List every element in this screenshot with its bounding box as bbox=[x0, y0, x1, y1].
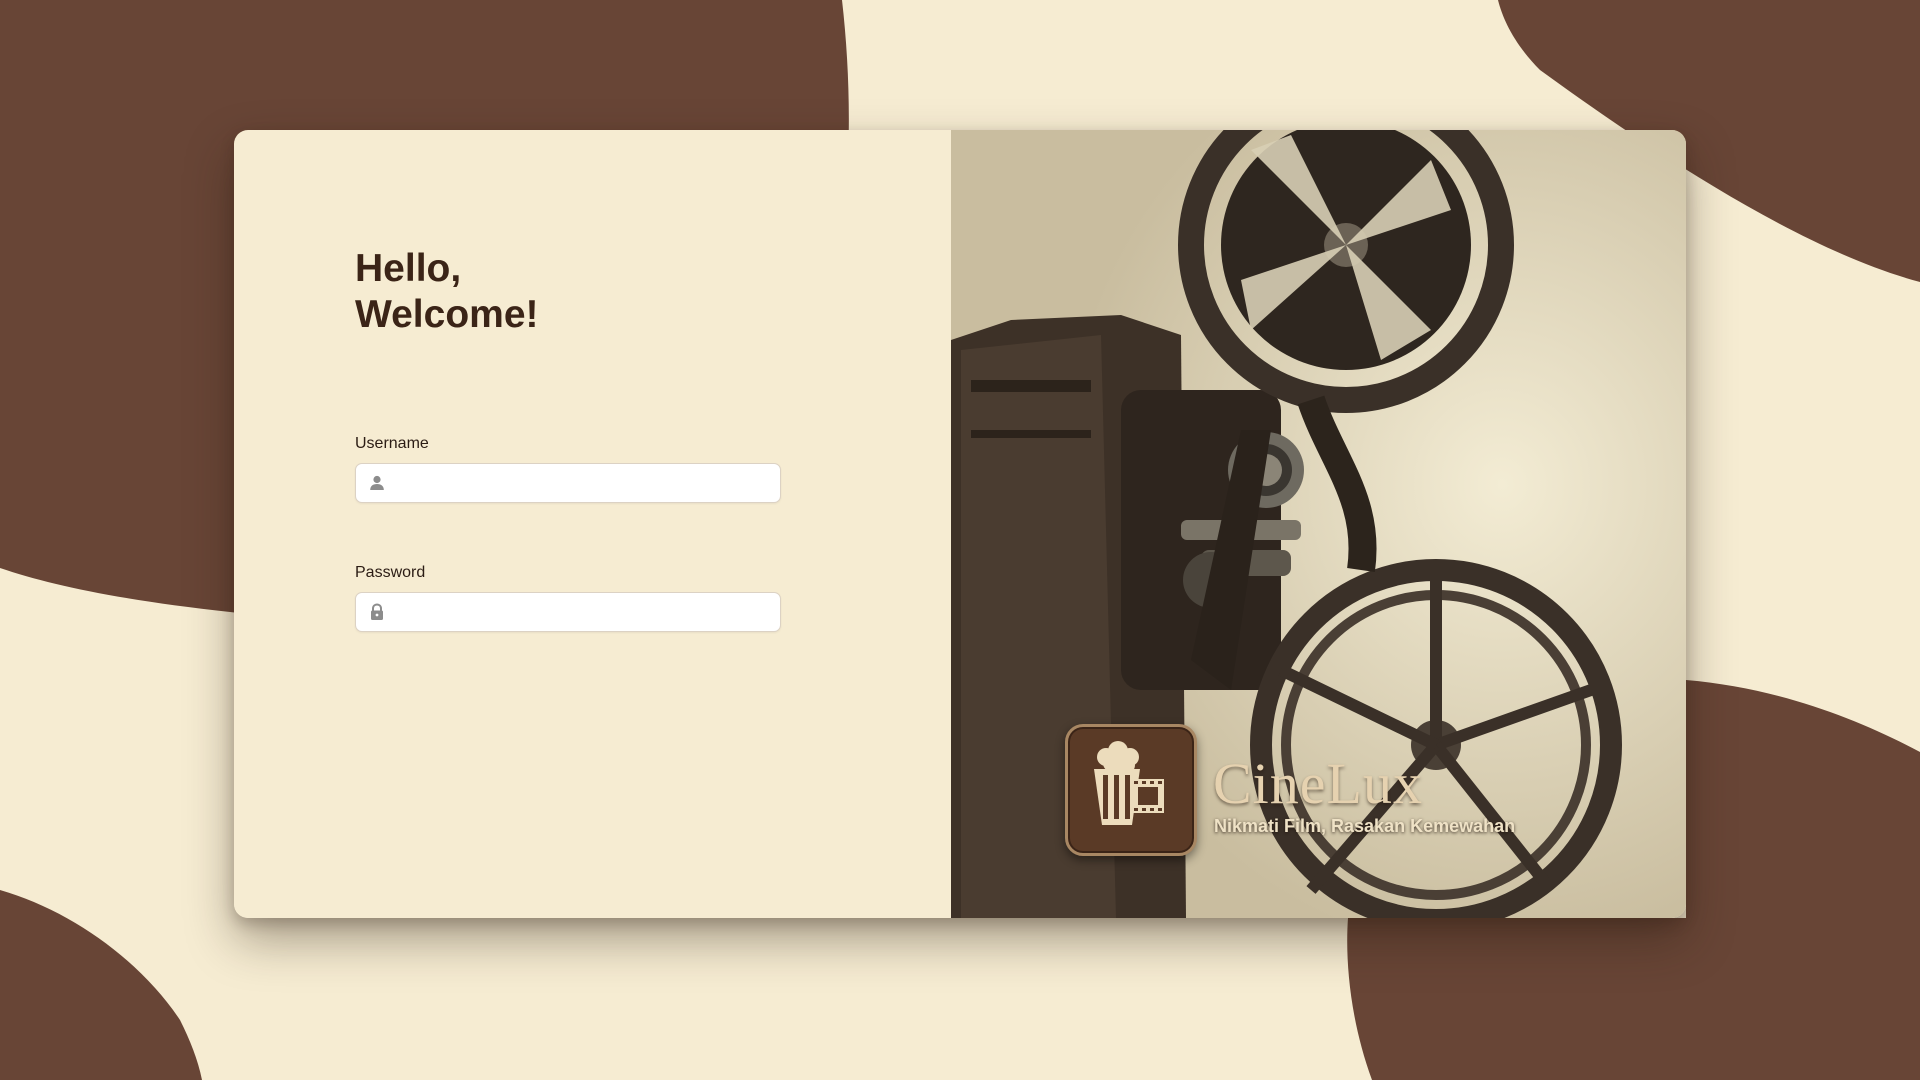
user-icon bbox=[370, 475, 384, 490]
username-input[interactable] bbox=[396, 464, 771, 502]
password-label: Password bbox=[355, 564, 426, 581]
password-field[interactable] bbox=[355, 592, 781, 632]
password-input[interactable] bbox=[396, 593, 771, 631]
login-card: Hello, Welcome! Username Password CineLu… bbox=[234, 130, 1686, 918]
lock-icon bbox=[371, 603, 383, 620]
username-field[interactable] bbox=[355, 463, 781, 503]
welcome-heading: Hello, Welcome! bbox=[355, 246, 539, 338]
greeting-line-2: Welcome! bbox=[355, 293, 539, 336]
brand-name: CineLux bbox=[1213, 751, 1423, 816]
greeting-line-1: Hello, bbox=[355, 247, 462, 290]
brand-tagline: Nikmati Film, Rasakan Kemewahan bbox=[1214, 816, 1516, 836]
blob-bottom-left bbox=[0, 890, 202, 1080]
hero-panel: CineLux Nikmati Film, Rasakan Kemewahan bbox=[951, 130, 1686, 918]
username-label: Username bbox=[355, 435, 429, 452]
popcorn-film-icon bbox=[1065, 724, 1197, 856]
login-panel: Hello, Welcome! Username Password bbox=[234, 130, 951, 918]
